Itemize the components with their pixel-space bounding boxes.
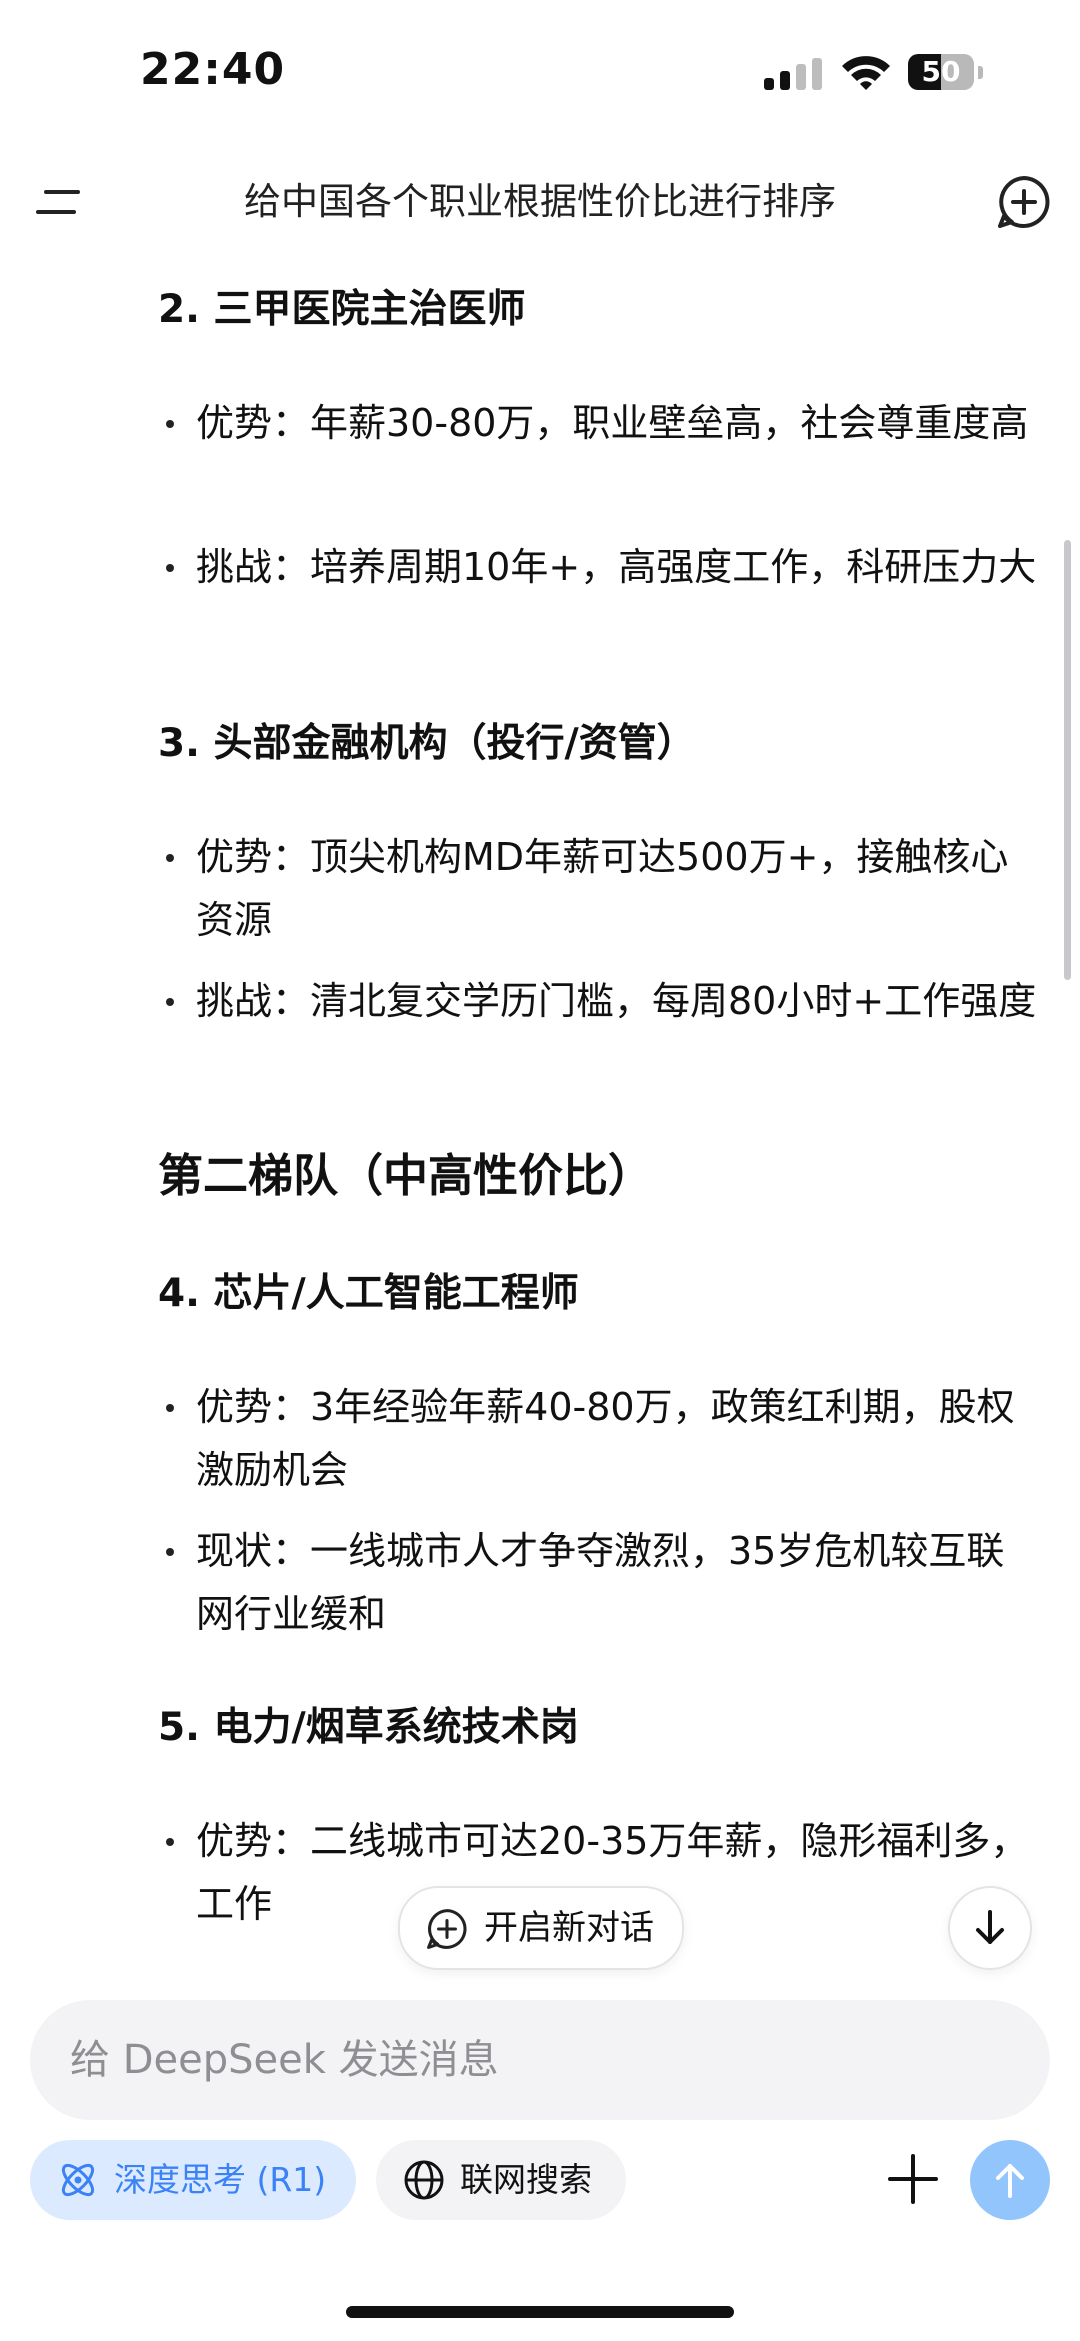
bullet-dot xyxy=(166,1404,174,1412)
battery-tip xyxy=(978,66,983,79)
atom-icon xyxy=(61,2163,95,2197)
deep-think-label: 深度思考 (R1) xyxy=(114,2160,327,2199)
deep-think-button[interactable]: 深度思考 (R1) xyxy=(30,2140,356,2220)
section-heading: 3. 头部金融机构（投行/资管） xyxy=(158,721,696,766)
new-chat-icon xyxy=(427,1909,467,1949)
section-heading: 5. 电力/烟草系统技术岗 xyxy=(158,1705,579,1750)
plus-icon[interactable] xyxy=(878,2144,948,2214)
scrollbar[interactable] xyxy=(1064,540,1071,980)
list-item-text: 优势：顶尖机构MD年薪可达500万+，接触核心资源 xyxy=(196,835,1009,942)
scroll-to-bottom-button[interactable] xyxy=(948,1886,1032,1970)
bullet-dot xyxy=(166,1548,174,1556)
menu-line-bottom xyxy=(36,210,76,214)
bullet-dot xyxy=(166,1838,174,1846)
bullet-dot xyxy=(166,564,174,572)
list-item-text: 挑战：清北复交学历门槛，每周80小时+工作强度 xyxy=(196,979,1037,1023)
arrow-down-icon xyxy=(976,1910,1004,1944)
battery-indicator: 50 xyxy=(908,54,974,90)
list-item-text: 优势：3年经验年薪40-80万，政策红利期，股权激励机会 xyxy=(196,1385,1015,1492)
section-heading: 4. 芯片/人工智能工程师 xyxy=(158,1271,579,1316)
cellular-signal-icon xyxy=(764,58,822,90)
menu-button[interactable] xyxy=(36,184,86,220)
web-search-label: 联网搜索 xyxy=(460,2160,592,2199)
list-item-text: 优势：年薪30-80万，职业壁垒高，社会尊重度高 xyxy=(196,401,1029,445)
web-search-button[interactable]: 联网搜索 xyxy=(376,2140,626,2220)
message-input[interactable] xyxy=(30,2000,1050,2120)
globe-icon xyxy=(404,2160,444,2200)
section-heading: 2. 三甲医院主治医师 xyxy=(158,287,526,332)
tier-heading: 第二梯队（中高性价比） xyxy=(158,1149,654,1202)
list-item-text: 现状：一线城市人才争夺激烈，35岁危机较互联网行业缓和 xyxy=(196,1529,1005,1636)
arrow-up-icon xyxy=(996,2164,1024,2198)
battery-percent: 50 xyxy=(921,55,961,88)
home-indicator xyxy=(346,2306,734,2318)
bullet-dot xyxy=(166,420,174,428)
status-time: 22:40 xyxy=(140,44,286,95)
bullet-dot xyxy=(166,998,174,1006)
list-item-text: 挑战：培养周期10年+，高强度工作，科研压力大 xyxy=(196,545,1037,589)
chat-title: 给中国各个职业根据性价比进行排序 xyxy=(244,180,836,223)
new-chat-pill-label: 开启新对话 xyxy=(484,1908,654,1948)
new-chat-icon xyxy=(998,176,1050,228)
bottom-panel-background xyxy=(0,1930,1080,2341)
new-chat-pill-button[interactable]: 开启新对话 xyxy=(398,1886,684,1970)
bullet-dot xyxy=(166,854,174,862)
wifi-icon xyxy=(842,56,890,90)
send-button[interactable] xyxy=(970,2140,1050,2220)
menu-line-top xyxy=(44,190,80,194)
new-chat-icon-button[interactable] xyxy=(994,172,1054,232)
